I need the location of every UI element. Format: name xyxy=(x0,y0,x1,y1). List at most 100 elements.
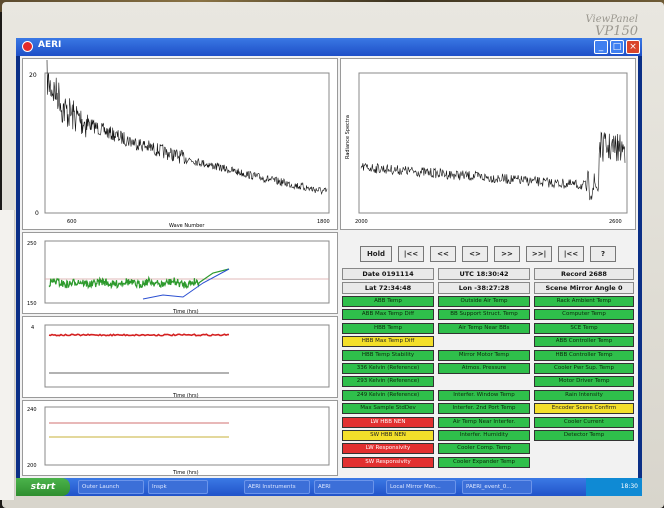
taskbar-item-3[interactable]: AERI Instruments xyxy=(244,480,310,494)
status-indicator: Rack Ambient Temp xyxy=(534,296,634,307)
status-indicator: HBB Controller Temp xyxy=(534,349,634,361)
timeseries-1-xlabel: Time (hrs) xyxy=(172,309,199,315)
close-button[interactable]: × xyxy=(626,40,640,54)
status-indicator: Cooler Comp. Temp xyxy=(438,443,530,455)
aeri-client-area: 20 0 600 1800 Wave Number Radiance Spect… xyxy=(20,56,638,478)
prev-fast-button[interactable]: << xyxy=(430,246,456,262)
status-indicator: Interfer. 2nd Port Temp xyxy=(438,403,530,415)
spectrum-left-xtick-start: 600 xyxy=(67,219,77,225)
timeseries-2-xlabel: Time (hrs) xyxy=(172,393,199,399)
status-indicator: SCE Temp xyxy=(534,322,634,334)
taskbar-item-5[interactable]: Local Mirror Mon... xyxy=(386,480,456,494)
status-indicator: ABB Max Temp Diff xyxy=(342,309,434,321)
timeseries-2-red-trace xyxy=(48,333,229,337)
timeseries-plot-2: 4 Time (hrs) xyxy=(22,316,338,399)
taskbar-item-1[interactable]: Outer Launch xyxy=(78,480,144,494)
center-button[interactable]: <> xyxy=(462,246,488,262)
timeseries-2-svg: 4 Time (hrs) xyxy=(31,324,330,399)
status-indicator: LW HBB NEN xyxy=(342,416,434,428)
spectrum-right-svg: Radiance Spectra 2000 2600 xyxy=(345,72,628,225)
window-title: AERI xyxy=(38,40,62,50)
status-indicator: Cooler Current xyxy=(534,416,634,428)
spectrum-right-xtick-end: 2600 xyxy=(609,219,622,225)
spectrum-left-ytick-bottom: 0 xyxy=(35,210,39,217)
help-button[interactable]: ? xyxy=(590,246,616,262)
spectrum-right-xtick-start: 2000 xyxy=(355,219,368,225)
brand-line2: VP150 xyxy=(595,24,638,39)
spectrum-right-ylabel: Radiance Spectra xyxy=(345,115,351,159)
utc-display: UTC 18:30:42 xyxy=(438,268,530,280)
lon-display: Lon -38:27:28 xyxy=(438,282,530,294)
timeseries-3-ytick-bottom: 200 xyxy=(27,463,37,469)
status-indicator: Interfer. Humidity xyxy=(438,430,530,441)
taskbar: start Outer Launch Inspk AERI Instrument… xyxy=(16,478,642,496)
spectrum-left-xtick-end: 1800 xyxy=(317,219,330,225)
status-indicator: Detector Temp xyxy=(534,430,634,441)
status-indicator: SW HBB NEN xyxy=(342,430,434,441)
taskbar-item-4[interactable]: AERI xyxy=(314,480,374,494)
timeseries-2-ytick-top: 4 xyxy=(31,325,34,331)
timeseries-plot-3: 240 200 Time (hrs) xyxy=(22,400,338,476)
spectrum-left-svg: 20 0 600 1800 Wave Number xyxy=(29,59,330,229)
status-indicator: Cooler Expander Temp xyxy=(438,456,530,468)
spectrum-left-trace xyxy=(46,59,328,195)
start-button[interactable]: start xyxy=(16,478,70,496)
spectrum-right-plot: Radiance Spectra 2000 2600 xyxy=(340,58,636,230)
hold-button[interactable]: Hold xyxy=(360,246,392,262)
status-indicator: Mirror Motor Temp xyxy=(438,349,530,361)
maximize-button[interactable]: □ xyxy=(610,40,624,54)
status-indicator: Max Sample StdDev xyxy=(342,403,434,415)
status-indicator: Encoder Scene Confirm xyxy=(534,403,634,415)
skip-button[interactable]: |<< xyxy=(558,246,584,262)
paper-notes xyxy=(0,210,15,500)
spectrum-right-axes xyxy=(358,72,628,214)
timeseries-1-svg: 250 150 Time (hrs) xyxy=(27,240,330,315)
timeseries-3-xlabel: Time (hrs) xyxy=(172,470,199,476)
screen: AERI _ □ × 20 0 600 1800 Wave Number Rad… xyxy=(16,38,642,496)
mirror-angle-display: Scene Mirror Angle 0 xyxy=(534,282,634,294)
status-indicator: HBB Max Temp Diff xyxy=(342,336,434,348)
status-indicator: HBB Temp Stability xyxy=(342,349,434,361)
spectrum-left-axes xyxy=(44,72,330,214)
spectrum-left-ytick-top: 20 xyxy=(29,72,37,79)
timeseries-3-svg: 240 200 Time (hrs) xyxy=(27,406,330,476)
timeseries-1-ytick-bottom: 150 xyxy=(27,301,37,307)
taskbar-item-2[interactable]: Inspk xyxy=(148,480,208,494)
status-indicator: Motor Driver Temp xyxy=(534,376,634,388)
app-icon xyxy=(22,41,33,52)
timeseries-plot-1: 250 150 Time (hrs) xyxy=(22,232,338,315)
status-indicator: Air Temp Near Interfer. xyxy=(438,416,530,428)
status-indicator: Interfer. Window Temp xyxy=(438,389,530,401)
date-display: Date 0191114 xyxy=(342,268,434,280)
last-record-button[interactable]: >>| xyxy=(526,246,552,262)
timeseries-3-ytick-top: 240 xyxy=(27,407,37,413)
status-indicator: 249 Kelvin (Reference) xyxy=(342,389,434,401)
window-titlebar[interactable]: AERI _ □ × xyxy=(16,38,642,56)
status-indicator: 336 Kelvin (Reference) xyxy=(342,363,434,374)
lat-display: Lat 72:34:48 xyxy=(342,282,434,294)
spectrum-left-xlabel: Wave Number xyxy=(169,223,205,229)
system-tray-clock: 18:30 xyxy=(586,478,642,496)
timeseries-1-ytick-top: 250 xyxy=(27,241,37,247)
taskbar-item-6[interactable]: PAERI_event_0... xyxy=(462,480,532,494)
first-record-button[interactable]: |<< xyxy=(398,246,424,262)
status-indicator: Rain Intensity xyxy=(534,389,634,401)
status-indicator: SW Responsivity xyxy=(342,456,434,468)
timeseries-3-axes xyxy=(44,406,330,466)
record-display: Record 2688 xyxy=(534,268,634,280)
monitor-brand: ViewPanel VP150 xyxy=(585,14,638,38)
spectrum-right-trace xyxy=(360,131,626,201)
next-fast-button[interactable]: >> xyxy=(494,246,520,262)
status-indicator: BB Support Struct. Temp xyxy=(438,309,530,321)
status-indicator: 293 Kelvin (Reference) xyxy=(342,376,434,388)
status-indicator: Outside Air Temp xyxy=(438,296,530,307)
status-indicator: ABB Controller Temp xyxy=(534,336,634,348)
status-indicator: Atmos. Pressure xyxy=(438,363,530,374)
status-indicator: HBB Temp xyxy=(342,322,434,334)
status-indicator: Computer Temp xyxy=(534,309,634,321)
spectrum-left-plot: 20 0 600 1800 Wave Number xyxy=(22,58,338,230)
status-indicator: LW Responsivity xyxy=(342,443,434,455)
minimize-button[interactable]: _ xyxy=(594,40,608,54)
status-indicator: ABB Temp xyxy=(342,296,434,307)
status-indicator: Air Temp Near BBs xyxy=(438,322,530,334)
